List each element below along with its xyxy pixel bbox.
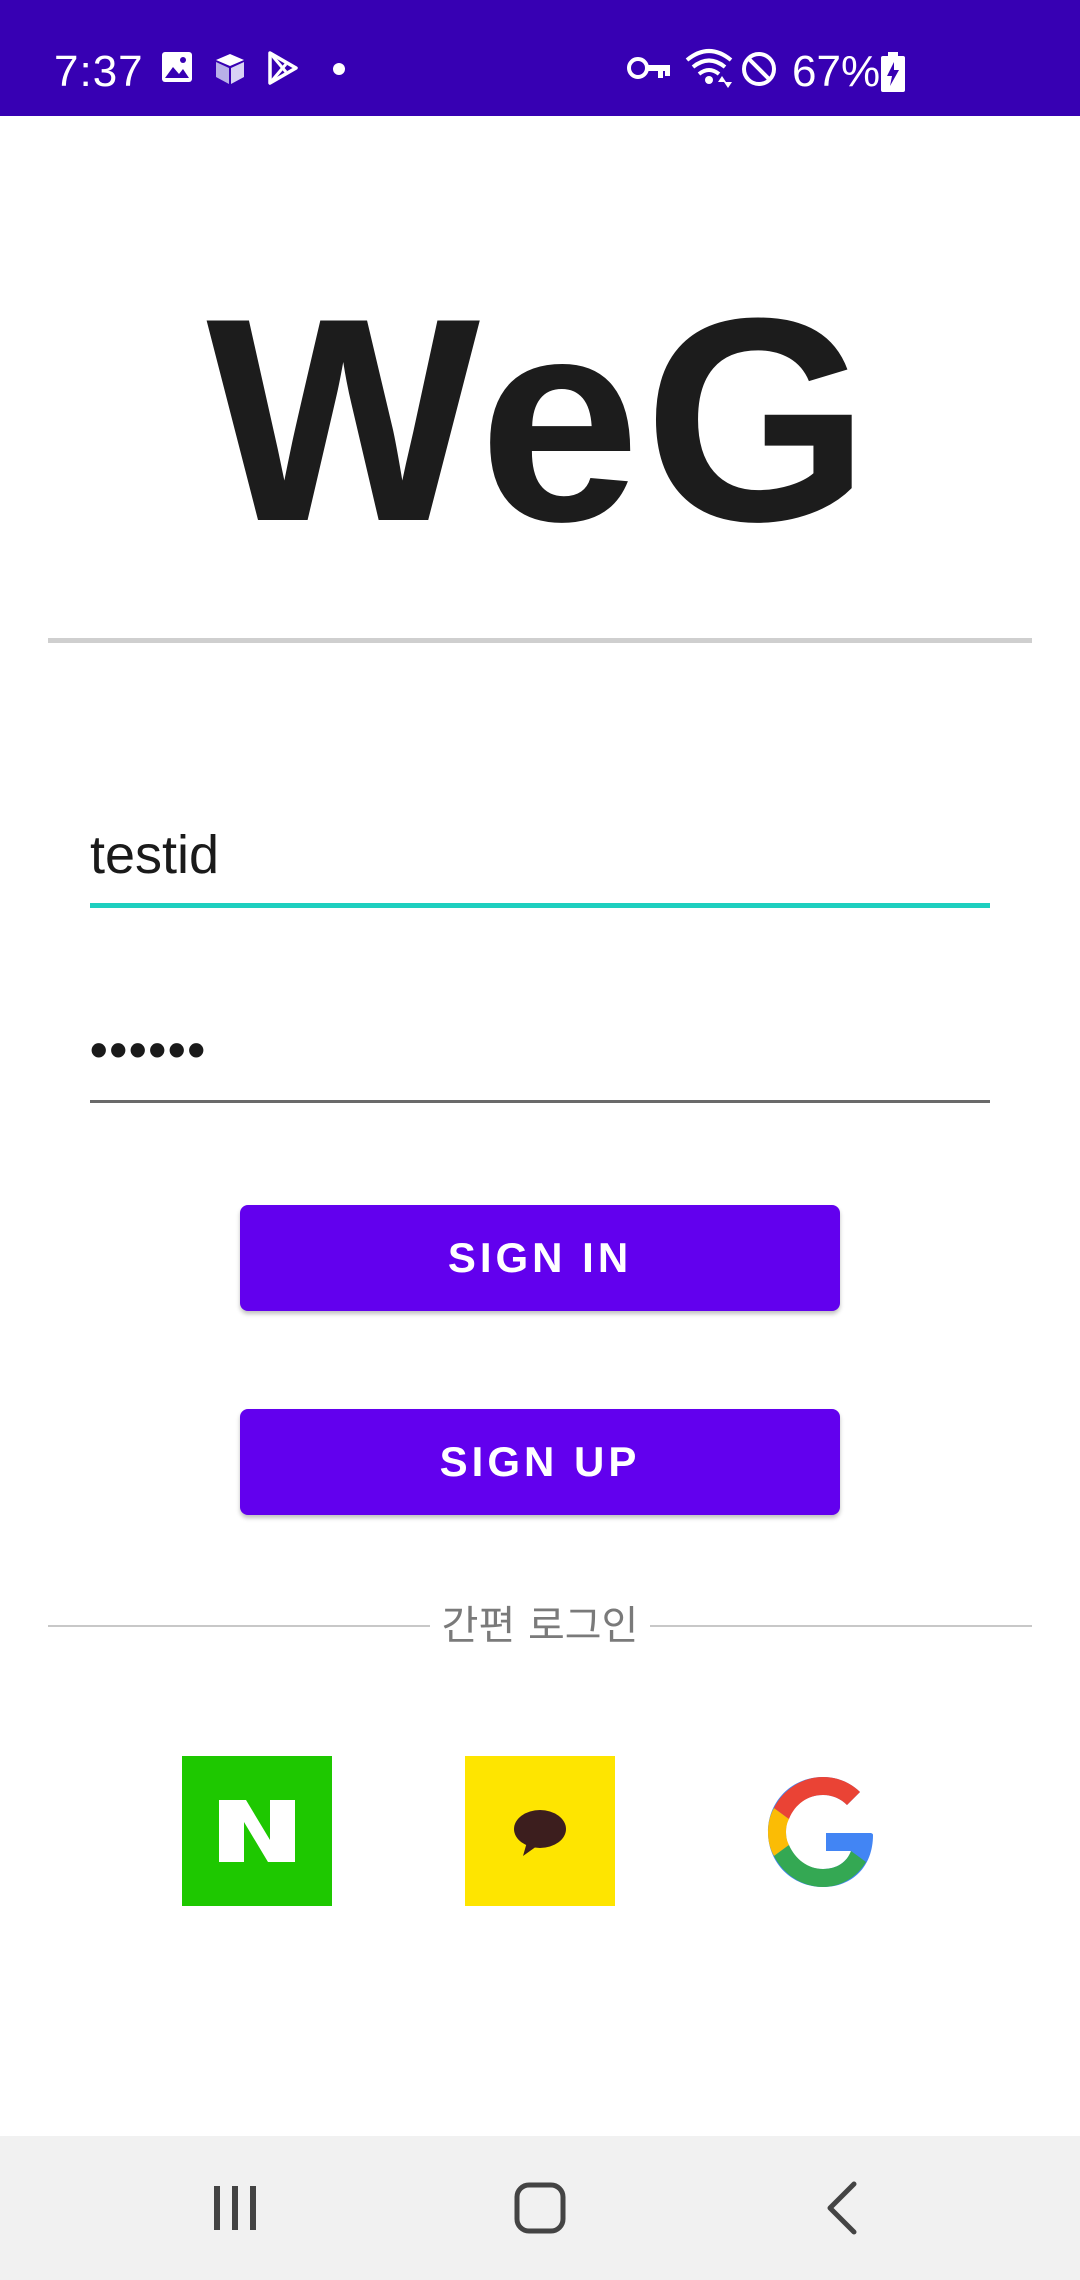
- header-divider: [48, 638, 1032, 643]
- status-bar: 7:37 67%: [0, 0, 1080, 116]
- naver-login-button[interactable]: [182, 1756, 332, 1906]
- app-logo: WeG: [206, 258, 874, 582]
- easy-login-divider: 간편 로그인: [48, 1598, 1032, 1654]
- password-field-underline: [90, 1100, 990, 1103]
- google-icon: [768, 1777, 873, 1887]
- sign-up-button[interactable]: SIGN UP: [240, 1409, 840, 1515]
- google-login-button[interactable]: [748, 1756, 898, 1906]
- gallery-icon: [160, 50, 194, 89]
- battery-charging-icon: [880, 52, 906, 97]
- play-store-icon: [264, 50, 300, 91]
- home-icon[interactable]: [512, 2180, 568, 2241]
- easy-login-label: 간편 로그인: [441, 1603, 639, 1649]
- password-field[interactable]: ••••••: [90, 1003, 990, 1103]
- back-icon[interactable]: [818, 2180, 868, 2241]
- sign-in-button[interactable]: SIGN IN: [240, 1205, 840, 1311]
- vpn-key-icon: [626, 54, 672, 87]
- id-field-value: testid: [90, 825, 220, 885]
- recent-apps-icon[interactable]: [210, 2180, 260, 2241]
- status-time: 7:37: [54, 47, 144, 96]
- naver-icon: [219, 1800, 295, 1862]
- navigation-bar: [0, 2136, 1080, 2280]
- do-not-disturb-icon: [740, 50, 778, 93]
- wifi-icon: [684, 48, 734, 93]
- kakao-login-button[interactable]: [465, 1756, 615, 1906]
- box-icon: [212, 50, 248, 91]
- login-screen: 7:37 67% WeG testid •••••• SIGN IN SIGN …: [0, 0, 1080, 2280]
- battery-percent: 67%: [792, 47, 881, 96]
- notification-dot-icon: [332, 62, 346, 81]
- divider-line-right: [650, 1625, 1032, 1627]
- kakao-icon: [514, 1810, 566, 1856]
- id-field[interactable]: testid: [90, 808, 990, 908]
- id-field-underline: [90, 903, 990, 908]
- password-field-value: ••••••: [90, 1022, 208, 1078]
- divider-line-left: [48, 1625, 430, 1627]
